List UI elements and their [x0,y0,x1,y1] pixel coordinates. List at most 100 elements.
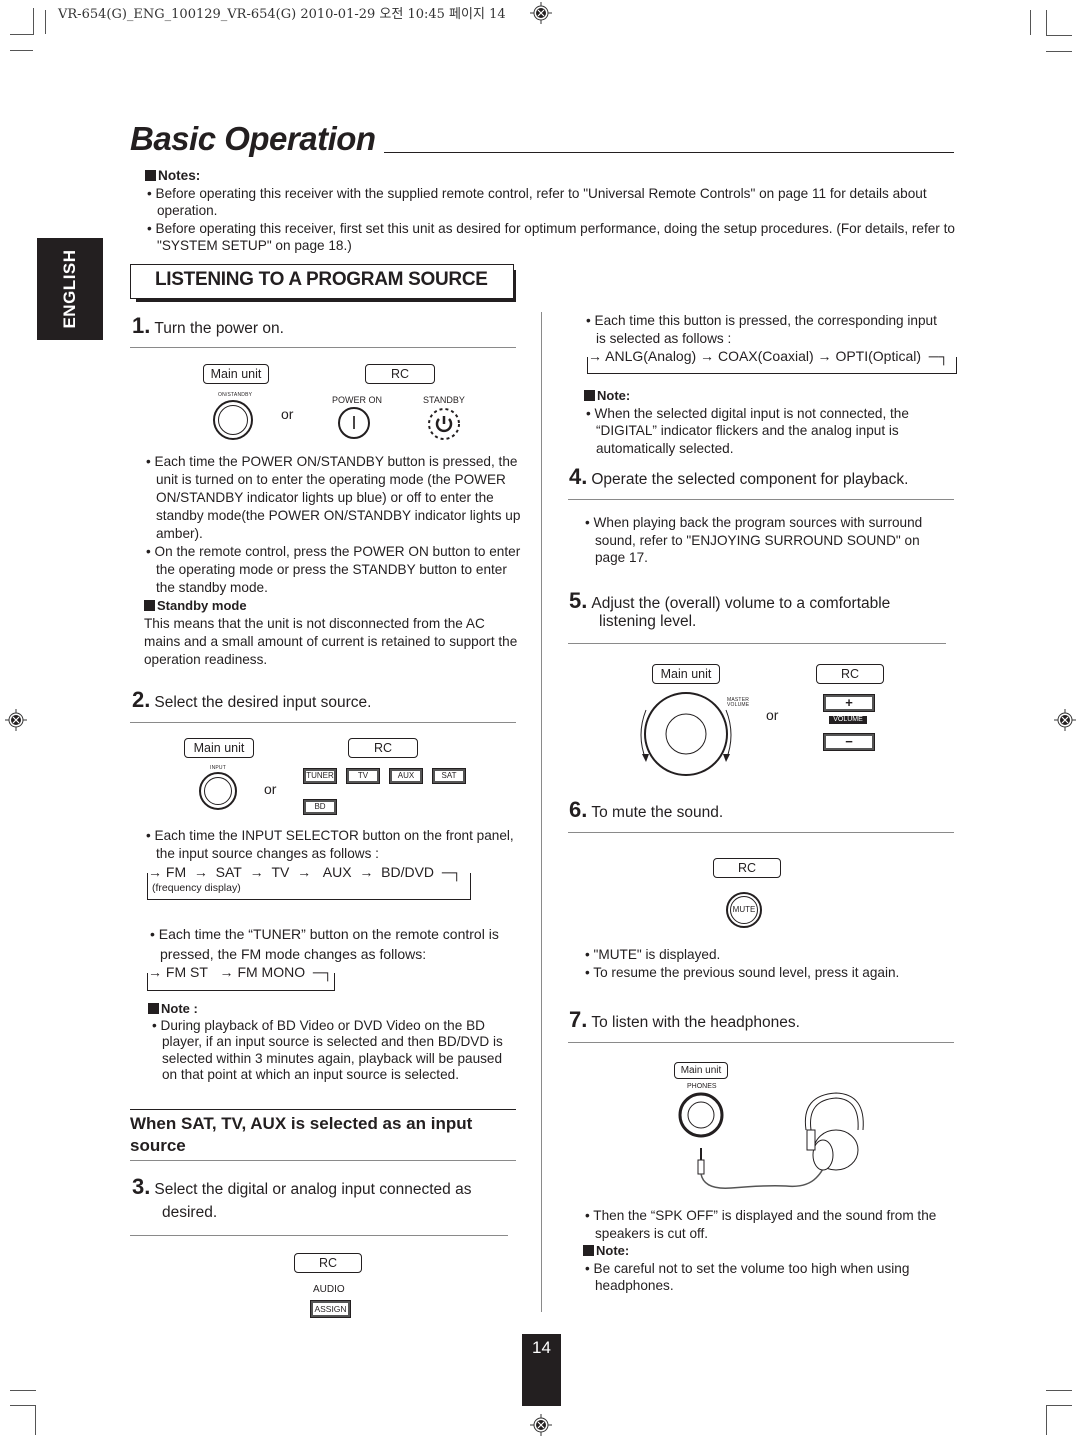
square-bullet-icon [584,390,595,401]
crop-mark [45,10,46,34]
step-rule [130,722,516,723]
standby-power-icon[interactable] [426,407,462,441]
tuner-button[interactable]: TUNER [303,768,337,784]
rc-label: RC [348,738,418,758]
standby-text: This means that the unit is not disconne… [144,616,518,667]
registration-mark-icon [1054,709,1076,731]
bullet-item: • Then the “SPK OFF” is displayed and th… [585,1208,937,1241]
notes-heading-text: Notes: [158,168,201,183]
bullet-item: • Each time this button is pressed, the … [586,313,937,346]
volume-label: VOLUME [829,716,867,724]
step-rule [568,643,946,644]
note-text: Before operating this receiver, first se… [155,220,955,254]
language-tab-label: ENGLISH [60,249,79,329]
step-2-bullet-1: • Each time the INPUT SELECTOR button on… [144,827,524,863]
aux-button[interactable]: AUX [389,768,423,784]
note-text: Before operating this receiver with the … [155,185,927,219]
step-text: Turn the power on. [154,320,284,337]
audio-assign-button[interactable]: ASSIGN [310,1300,351,1318]
bullet-text: Each time the “TUNER” button on the remo… [158,926,499,962]
bullet-text: "MUTE" is displayed. [593,947,721,962]
bullet-text: Then the “SPK OFF” is displayed and the … [593,1208,937,1241]
volume-down-button[interactable]: − [823,733,875,751]
title-rule [384,152,954,153]
step-text: Select the desired input source. [154,694,372,711]
mute-button[interactable]: MUTE [726,892,762,928]
rc-label: RC [294,1253,362,1273]
subsection-title: When SAT, TV, AUX is selected as an inpu… [130,1114,473,1155]
audio-label: AUDIO [313,1284,345,1295]
note-heading: Note : [148,1001,518,1018]
power-on-glyph: I [351,413,357,433]
cycle-return-line [587,357,957,374]
mute-label: MUTE [730,896,758,924]
crop-mark [10,50,33,51]
bullet-text: To resume the previous sound level, pres… [593,964,900,980]
standby-heading-text: Standby mode [157,598,247,613]
subsection-rule-top [130,1109,516,1110]
crop-mark [1046,10,1047,35]
step-number: 4. [569,464,588,489]
crop-mark [1030,10,1031,35]
crop-mark [1046,1390,1072,1391]
step-number: 3. [132,1174,151,1199]
rc-label: RC [713,858,781,878]
step-4-bullet: • When playing back the program sources … [583,514,953,567]
step-5-heading: 5. Adjust the (overall) volume to a comfo… [569,588,890,614]
step-1-heading: 1. Turn the power on. [132,313,284,339]
subsection-rule-bottom [130,1160,516,1161]
square-bullet-icon [144,600,155,611]
power-on-button[interactable]: I [338,407,370,439]
step-text: Adjust the (overall) volume to a comfort… [591,595,891,612]
main-unit-label: Main unit [674,1062,728,1079]
on-standby-knob[interactable] [213,400,253,440]
registration-mark-icon [5,709,27,731]
note-heading: Note: [584,387,954,405]
bullet-item: • Each time the “TUNER” button on the re… [150,926,499,962]
step-3-bullet: • Each time this button is pressed, the … [584,312,944,347]
tv-button[interactable]: TV [346,768,380,784]
page-title: Basic Operation [130,120,376,157]
language-tab: ENGLISH [37,238,103,340]
or-text: or [281,406,294,422]
on-standby-label: ON/STANDBY [218,392,253,398]
step-number: 6. [569,797,588,822]
cycle-return-line [147,873,471,900]
phones-label: PHONES [687,1083,717,1090]
step-6-heading: 6. To mute the sound. [569,797,723,823]
page-number: 14 [522,1334,561,1406]
crop-mark [1046,1405,1072,1406]
step-text: To listen with the headphones. [591,1014,800,1031]
bullet-text: When the selected digital input is not c… [594,405,909,456]
bullet-item: • When the selected digital input is not… [586,405,909,456]
bullet-item: • Each time the INPUT SELECTOR button on… [146,828,514,861]
step-rule [130,347,516,348]
bullet-text: Be careful not to set the volume too hig… [593,1260,910,1294]
input-knob[interactable] [199,772,237,810]
volume-up-button[interactable]: + [823,694,875,712]
step-number: 5. [569,588,588,613]
square-bullet-icon [583,1245,594,1256]
step-rule [130,1235,508,1236]
bullet-item: • When playing back the program sources … [585,515,923,565]
step-3-heading-cont: desired. [162,1204,218,1221]
bullet-text: During playback of BD Video or DVD Video… [160,1017,503,1083]
bullet-item: • "MUTE" is displayed. [585,947,721,962]
crop-mark [33,8,34,35]
main-unit-label: Main unit [184,738,254,758]
master-volume-knob-icon[interactable] [636,690,736,780]
sat-button[interactable]: SAT [432,768,466,784]
crop-mark [35,1405,36,1435]
bullet-item: • During playback of BD Video or DVD Vid… [152,1017,503,1083]
or-text: or [766,707,779,723]
crop-mark [1046,1405,1047,1435]
step-rule [568,832,954,833]
notes-block: Notes: • Before operating this receiver … [145,167,955,255]
note-heading: Note: [583,1242,953,1260]
main-unit-label: Main unit [652,664,720,684]
step-3-note: Note: • When the selected digital input … [584,387,954,457]
bd-button[interactable]: BD [303,799,337,815]
note-heading-text: Note: [597,388,631,403]
bullet-item: • To resume the previous sound level, pr… [585,964,900,980]
crop-mark [10,1390,36,1391]
